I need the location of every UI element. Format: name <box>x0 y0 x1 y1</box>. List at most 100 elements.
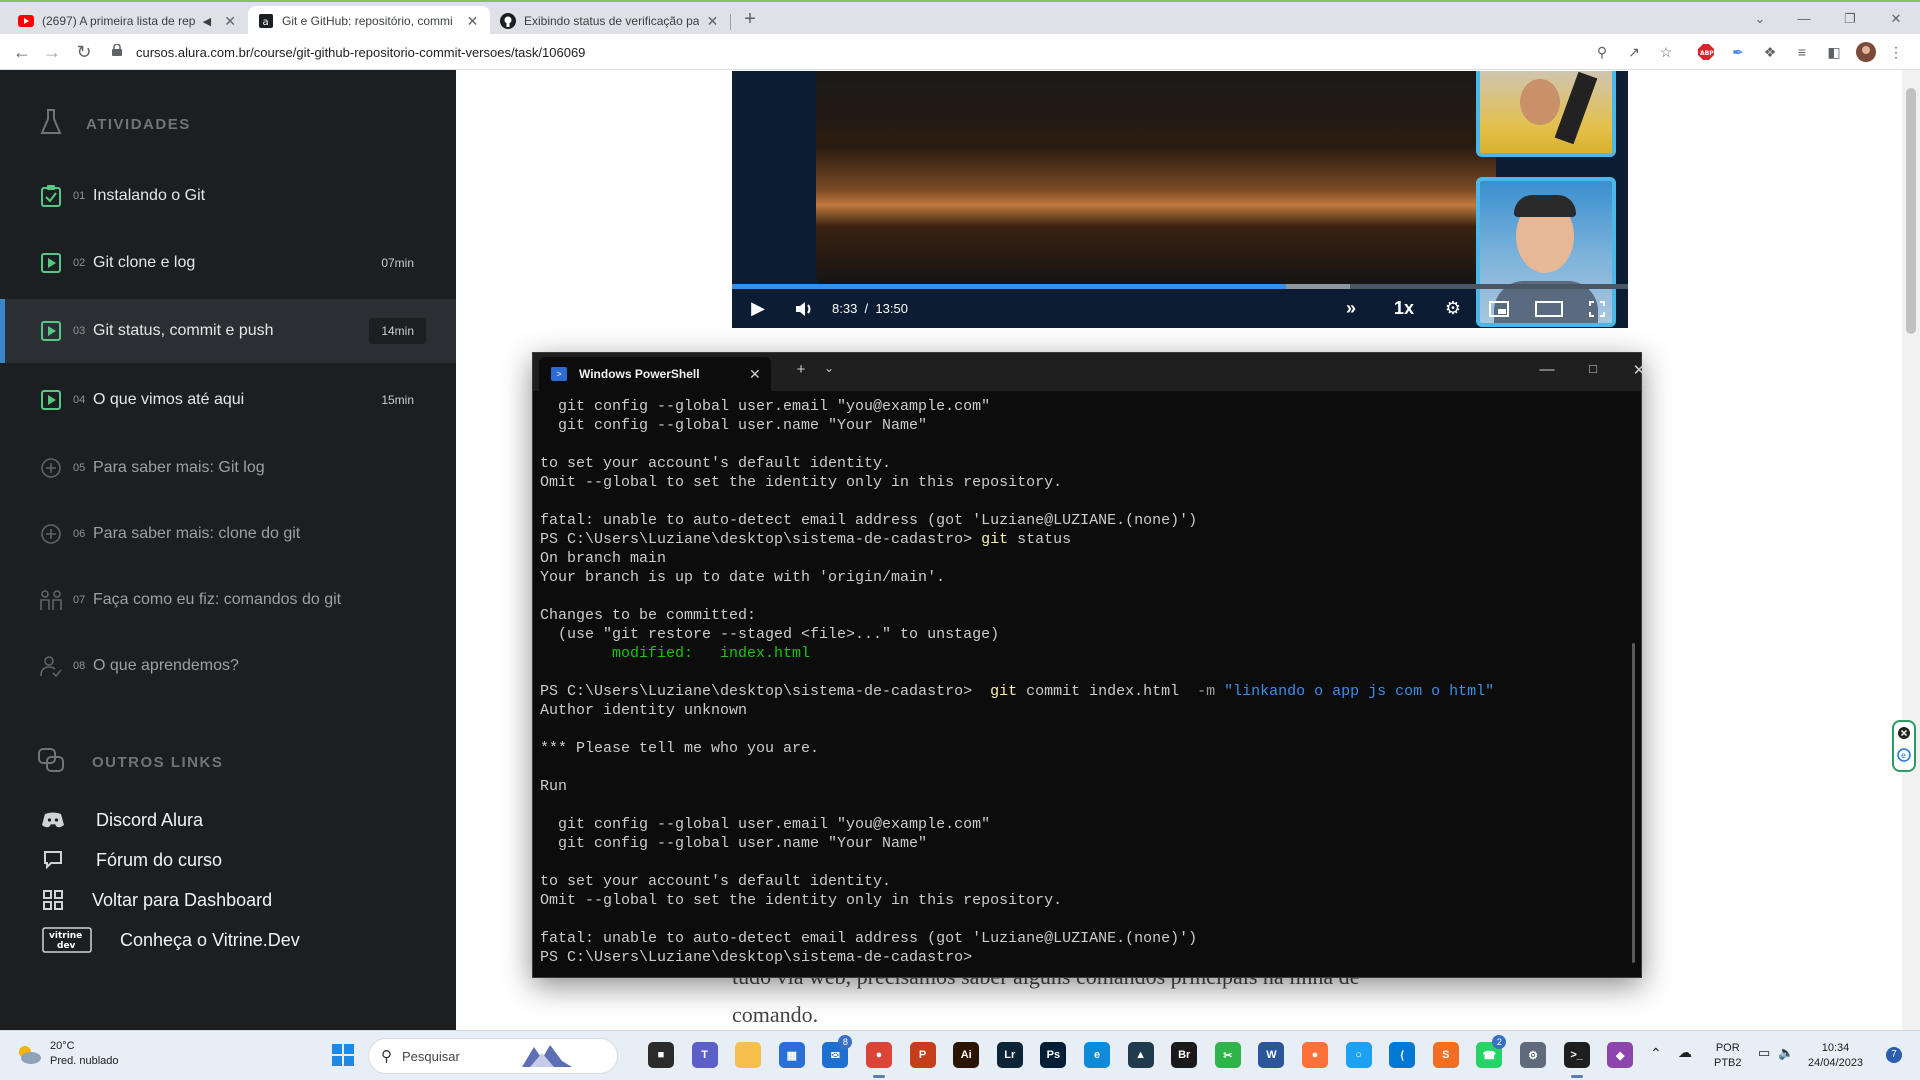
video-player[interactable]: ▶ 8:33 / 13:50 » 1x ⚙ <box>732 71 1628 328</box>
clock[interactable]: 10:34 24/04/2023 <box>1808 1041 1863 1071</box>
skip-forward-icon[interactable]: » <box>1338 298 1364 319</box>
fullscreen-icon[interactable] <box>1586 300 1608 317</box>
activity-item[interactable]: 03 Git status, commit e push 14min <box>0 299 456 363</box>
profile-avatar[interactable] <box>1856 42 1876 62</box>
folder-icon[interactable] <box>735 1042 762 1068</box>
menu-kebab-icon[interactable]: ⋮ <box>1886 42 1906 62</box>
word-icon[interactable]: W <box>1258 1042 1285 1068</box>
reload-icon[interactable]: ↻ <box>72 40 96 64</box>
photoshop-icon[interactable]: Ps <box>1040 1042 1067 1068</box>
playback-speed-button[interactable]: 1x <box>1394 298 1414 319</box>
link-vitrine-dev[interactable]: vitrine dev Conheça o Vitrine.Dev <box>0 922 456 958</box>
close-circle-icon[interactable] <box>1897 726 1911 740</box>
activity-item[interactable]: 06 Para saber mais: clone do git <box>0 502 456 566</box>
reading-list-icon[interactable]: ≡ <box>1792 42 1812 62</box>
edge-icon[interactable]: e <box>1084 1042 1110 1068</box>
page-scrollbar[interactable] <box>1902 70 1920 1030</box>
play-icon[interactable]: ▶ <box>748 298 768 319</box>
minimize-icon[interactable]: — <box>1535 361 1559 378</box>
minimize-icon[interactable]: — <box>1784 6 1824 32</box>
adblock-icon[interactable]: ABP <box>1696 42 1716 62</box>
extension-pen-icon[interactable]: ✒ <box>1728 42 1748 62</box>
sublime-icon[interactable]: S <box>1432 1042 1459 1068</box>
terminal-scrollbar[interactable] <box>1632 643 1635 963</box>
maximize-icon[interactable]: □ <box>1581 361 1605 376</box>
activity-label: Git clone e log <box>93 254 196 271</box>
extensions-puzzle-icon[interactable]: ❖ <box>1760 42 1780 62</box>
floating-widget[interactable]: e <box>1892 720 1916 772</box>
windows-start-icon[interactable] <box>330 1042 356 1068</box>
network-icon[interactable]: ▭ <box>1758 1045 1770 1060</box>
language-indicator[interactable]: POR PTB2 <box>1714 1041 1742 1071</box>
activity-number: 01 <box>73 190 86 202</box>
powerpoint-icon[interactable]: P <box>909 1042 936 1068</box>
address-bar[interactable]: cursos.alura.com.br/course/git-github-re… <box>106 38 1606 66</box>
browser-tab-youtube[interactable]: (2697) A primeira lista de rep ◀ ✕ <box>8 6 248 36</box>
powershell-tab[interactable]: > Windows PowerShell ✕ <box>539 357 771 391</box>
bridge-icon[interactable]: Br <box>1171 1042 1198 1068</box>
link-forum-curso[interactable]: Fórum do curso <box>0 842 456 878</box>
unknown-green-app-icon[interactable]: ✂ <box>1214 1042 1241 1068</box>
close-tab-icon[interactable]: ✕ <box>465 13 480 30</box>
activity-item[interactable]: 07 Faça como eu fiz: comandos do git <box>0 568 456 632</box>
terminal-icon[interactable]: >_ <box>1563 1042 1590 1068</box>
close-tab-icon[interactable]: ✕ <box>749 366 761 383</box>
dropdown-chevron-icon[interactable]: ⌄ <box>817 361 841 375</box>
terminal-output[interactable]: git config --global user.email "you@exam… <box>540 397 1620 967</box>
page-scrollbar-thumb[interactable] <box>1906 88 1916 334</box>
weather-widget[interactable]: 20°C Pred. nublado <box>16 1039 119 1069</box>
speaker-icon[interactable]: ◀ <box>203 15 217 28</box>
theater-mode-icon[interactable] <box>1534 300 1564 317</box>
back-arrow-icon[interactable]: ← <box>10 40 34 64</box>
widget-logo-icon[interactable]: e <box>1897 748 1911 762</box>
browser-tab-alura[interactable]: a Git e GitHub: repositório, commi ✕ <box>248 6 490 36</box>
terminal-text: "linkando o app js com o html" <box>1215 683 1495 700</box>
activity-item[interactable]: 08 O que aprendemos? <box>0 634 456 698</box>
activity-item[interactable]: 04 O que vimos até aqui 15min <box>0 368 456 432</box>
activity-item[interactable]: 05 Para saber mais: Git log <box>0 436 456 500</box>
close-window-icon[interactable]: ✕ <box>1876 6 1916 32</box>
volume-icon[interactable]: 🔈 <box>1778 1045 1794 1060</box>
powershell-window[interactable]: > Windows PowerShell ✕ + ⌄ — □ ✕ git con… <box>532 352 1645 978</box>
activity-item[interactable]: 01 Instalando o Git <box>0 164 456 228</box>
chrome-icon[interactable]: ● <box>866 1042 892 1068</box>
firefox-icon[interactable]: ● <box>1302 1042 1328 1068</box>
settings-icon[interactable]: ⚙ <box>1520 1042 1546 1068</box>
link-discord-alura[interactable]: Discord Alura <box>0 802 456 838</box>
close-tab-icon[interactable]: ✕ <box>705 13 720 30</box>
star-bookmark-icon[interactable]: ☆ <box>1656 42 1676 62</box>
unknown-round-app-icon[interactable]: ○ <box>1345 1042 1372 1068</box>
forward-arrow-icon[interactable]: → <box>40 40 64 64</box>
close-window-icon[interactable]: ✕ <box>1627 361 1651 379</box>
unknown-app-icon[interactable]: ▲ <box>1127 1042 1154 1068</box>
unknown-colorful-app-icon[interactable]: ◆ <box>1607 1042 1634 1068</box>
illustrator-icon[interactable]: Ai <box>953 1042 980 1068</box>
restore-icon[interactable]: ❐ <box>1830 6 1870 32</box>
teams-icon[interactable]: T <box>691 1042 718 1068</box>
notification-badge[interactable]: 7 <box>1886 1047 1902 1063</box>
terminal-line: PS C:\Users\Luziane\desktop\sistema-de-c… <box>540 530 1620 549</box>
file-explorer-icon[interactable]: ■ <box>648 1042 674 1068</box>
tab-search-chevron-icon[interactable]: ⌄ <box>1740 6 1780 32</box>
browser-tab-github[interactable]: Exibindo status de verificação pa ✕ <box>490 6 730 36</box>
taskbar-search[interactable]: ⚲ Pesquisar <box>368 1038 618 1074</box>
picture-in-picture-icon[interactable] <box>1488 300 1510 317</box>
settings-gear-icon[interactable]: ⚙ <box>1442 298 1464 319</box>
close-tab-icon[interactable]: ✕ <box>222 13 238 30</box>
store-icon[interactable]: ▦ <box>778 1042 805 1068</box>
onedrive-cloud-icon[interactable]: ☁ <box>1678 1045 1692 1060</box>
share-icon[interactable]: ↗ <box>1624 42 1644 62</box>
new-tab-button[interactable]: + <box>738 8 762 32</box>
lightroom-icon[interactable]: Lr <box>996 1042 1023 1068</box>
activity-item[interactable]: 02 Git clone e log 07min <box>0 231 456 295</box>
side-panel-icon[interactable]: ◧ <box>1824 42 1844 62</box>
instructor-webcam-1 <box>1476 71 1616 157</box>
volume-icon[interactable] <box>794 301 816 317</box>
hair <box>1514 195 1576 217</box>
new-terminal-tab-icon[interactable]: + <box>789 361 813 378</box>
chevron-up-icon[interactable]: ⌃ <box>1650 1046 1662 1061</box>
zoom-icon[interactable]: ⚲ <box>1592 42 1612 62</box>
vscode-icon[interactable]: ⟨ <box>1389 1042 1416 1068</box>
link-voltar-dashboard[interactable]: Voltar para Dashboard <box>0 882 456 918</box>
